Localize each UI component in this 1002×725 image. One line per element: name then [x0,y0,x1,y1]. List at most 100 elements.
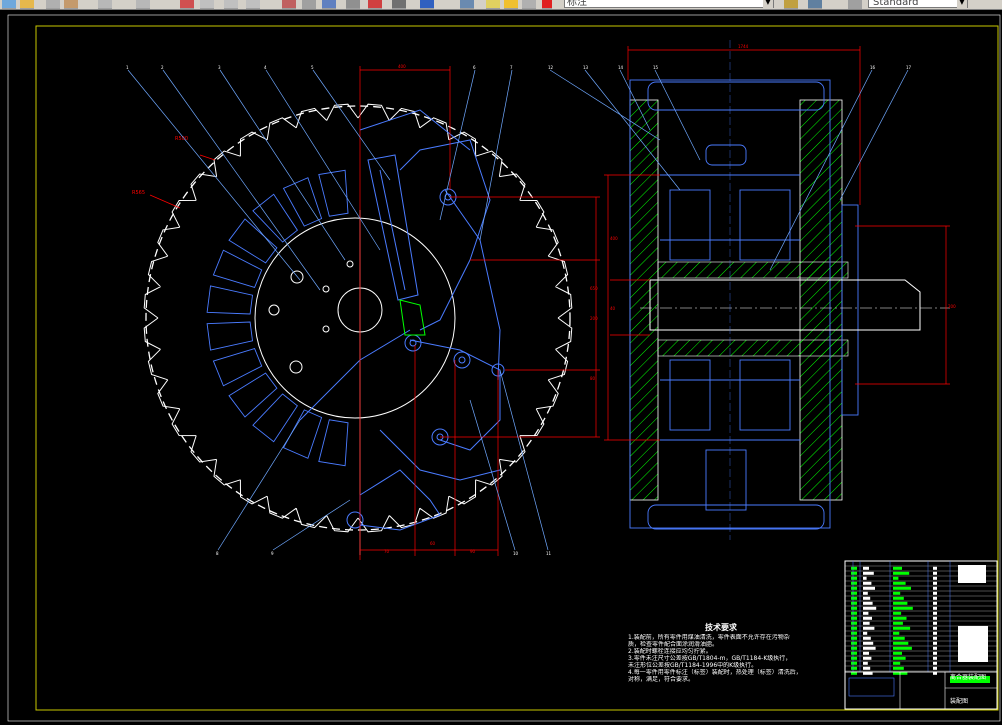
bom-cell [863,631,868,635]
part-balloon: 1 [126,65,129,70]
bom-cell [893,626,911,630]
part-balloon: 7 [510,65,513,70]
drawing-canvas[interactable]: R500 R565 400 70 60 90 1 2 3 4 5 6 78 9 10 11 [0,9,1002,725]
bom-cell [863,601,873,605]
part-balloon: 6 [473,65,476,70]
bom-cell [851,566,857,570]
part-balloon: 14 [618,65,624,70]
note-line: 2.装配时螺栓连接应均匀拧紧。 [628,648,712,655]
tool-palette-icon[interactable] [322,0,336,9]
dimension-text: 60 [430,541,436,546]
layer-dropdown[interactable]: 标注 ▼ [564,0,774,8]
drawing-code: 装配图 [950,698,969,705]
dimension-text: 1744 [738,44,749,49]
right-flange-hatch [799,99,843,501]
title-block [844,560,998,710]
front-view: R500 R565 400 70 60 90 1 2 3 4 5 6 78 9 10 11 [126,64,600,560]
properties-icon[interactable] [282,0,296,9]
friction-pads [206,169,349,467]
text-style-icon[interactable] [848,0,862,9]
dimension-text: 200 [590,316,598,321]
open-icon[interactable] [20,0,34,9]
bolt-hole [289,360,303,374]
bom-cell [851,656,857,660]
bom-cell [933,596,937,600]
bom-cell [933,586,937,590]
bom-cell [933,656,937,660]
part-balloon: 8 [216,551,219,556]
bom-cell [893,656,906,660]
paint-icon[interactable] [64,0,78,9]
bom-cell [933,576,937,580]
part-balloon: 13 [583,65,589,70]
pencil-icon[interactable] [46,0,60,9]
technical-notes: 技术要求 1.装配前，所有零件用煤油清洗，零件表面不允许存在污物杂 质，检查零件… [628,624,828,684]
bom-cell [933,616,937,620]
hub-circle [254,217,456,419]
bom-cell [851,576,857,580]
undo-icon[interactable] [98,0,112,9]
redo-icon[interactable] [136,0,150,9]
lock-icon[interactable] [522,0,536,9]
bom-cell [863,596,871,600]
help-icon[interactable] [420,0,434,9]
bom-cell [851,601,857,605]
layer-previous-icon[interactable] [784,0,798,9]
bom-cell [863,636,871,640]
sun-icon[interactable] [504,0,518,9]
part-balloon: 2 [161,65,164,70]
dimension-text: 80 [590,376,596,381]
friction-pad [318,419,349,467]
bom-cell [863,651,869,655]
bom-cell [863,666,871,670]
shaft [649,279,921,331]
bom-cell [863,656,872,660]
note-line: 1.装配前，所有零件用煤油清洗，零件表面不允许存在污物杂 [628,634,790,641]
bom-cell [851,586,857,590]
zoom-realtime-icon[interactable] [200,0,214,9]
zoom-window-icon[interactable] [224,0,238,9]
friction-pad [206,285,253,315]
bulb-icon[interactable] [486,0,500,9]
bom-cell [933,566,937,570]
chevron-down-icon[interactable]: ▼ [763,0,773,8]
sheet-set-icon[interactable] [346,0,360,9]
pan-icon[interactable] [180,0,194,9]
bom-cell [893,606,913,610]
bom-cell [933,611,937,615]
new-icon[interactable] [2,0,16,9]
part-balloon: 9 [271,551,274,556]
markup-icon[interactable] [368,0,382,9]
bom-cell [893,646,912,650]
friction-pad [206,321,253,351]
bom-cell [893,581,906,585]
calculator-icon[interactable] [392,0,406,9]
bom-cell [863,611,869,615]
bom-cell [933,571,937,575]
bom-cell [851,571,857,575]
dimension-text: 650 [590,286,598,291]
design-center-icon[interactable] [302,0,316,9]
note-line: 未注形位公差按GB/T1184-1996中的K级执行。 [628,662,758,669]
bom-cell [893,596,904,600]
text-style-dropdown[interactable]: Standard ▼ [868,0,968,8]
bom-cell [863,591,868,595]
color-swatch-icon[interactable] [542,0,552,9]
part-balloon: 12 [548,65,554,70]
friction-pad [318,169,349,217]
layer-state-icon[interactable] [808,0,822,9]
bom-cell [893,666,904,670]
part-balloon: 16 [870,65,876,70]
bom-cell [893,566,902,570]
layer-manager-icon[interactable] [460,0,474,9]
bom-cell [893,616,907,620]
section-view: 1744 650 400 200 80 40 200 12 13 14 15 16 17 [548,40,956,540]
zoom-previous-icon[interactable] [246,0,260,9]
bom-cell [893,576,899,580]
chevron-down-icon[interactable]: ▼ [957,0,967,8]
bom-cell [933,621,937,625]
bom-cell [863,626,875,630]
bom-cell [851,646,857,650]
dimension-text: 40 [610,306,616,311]
bom-cell [893,571,910,575]
